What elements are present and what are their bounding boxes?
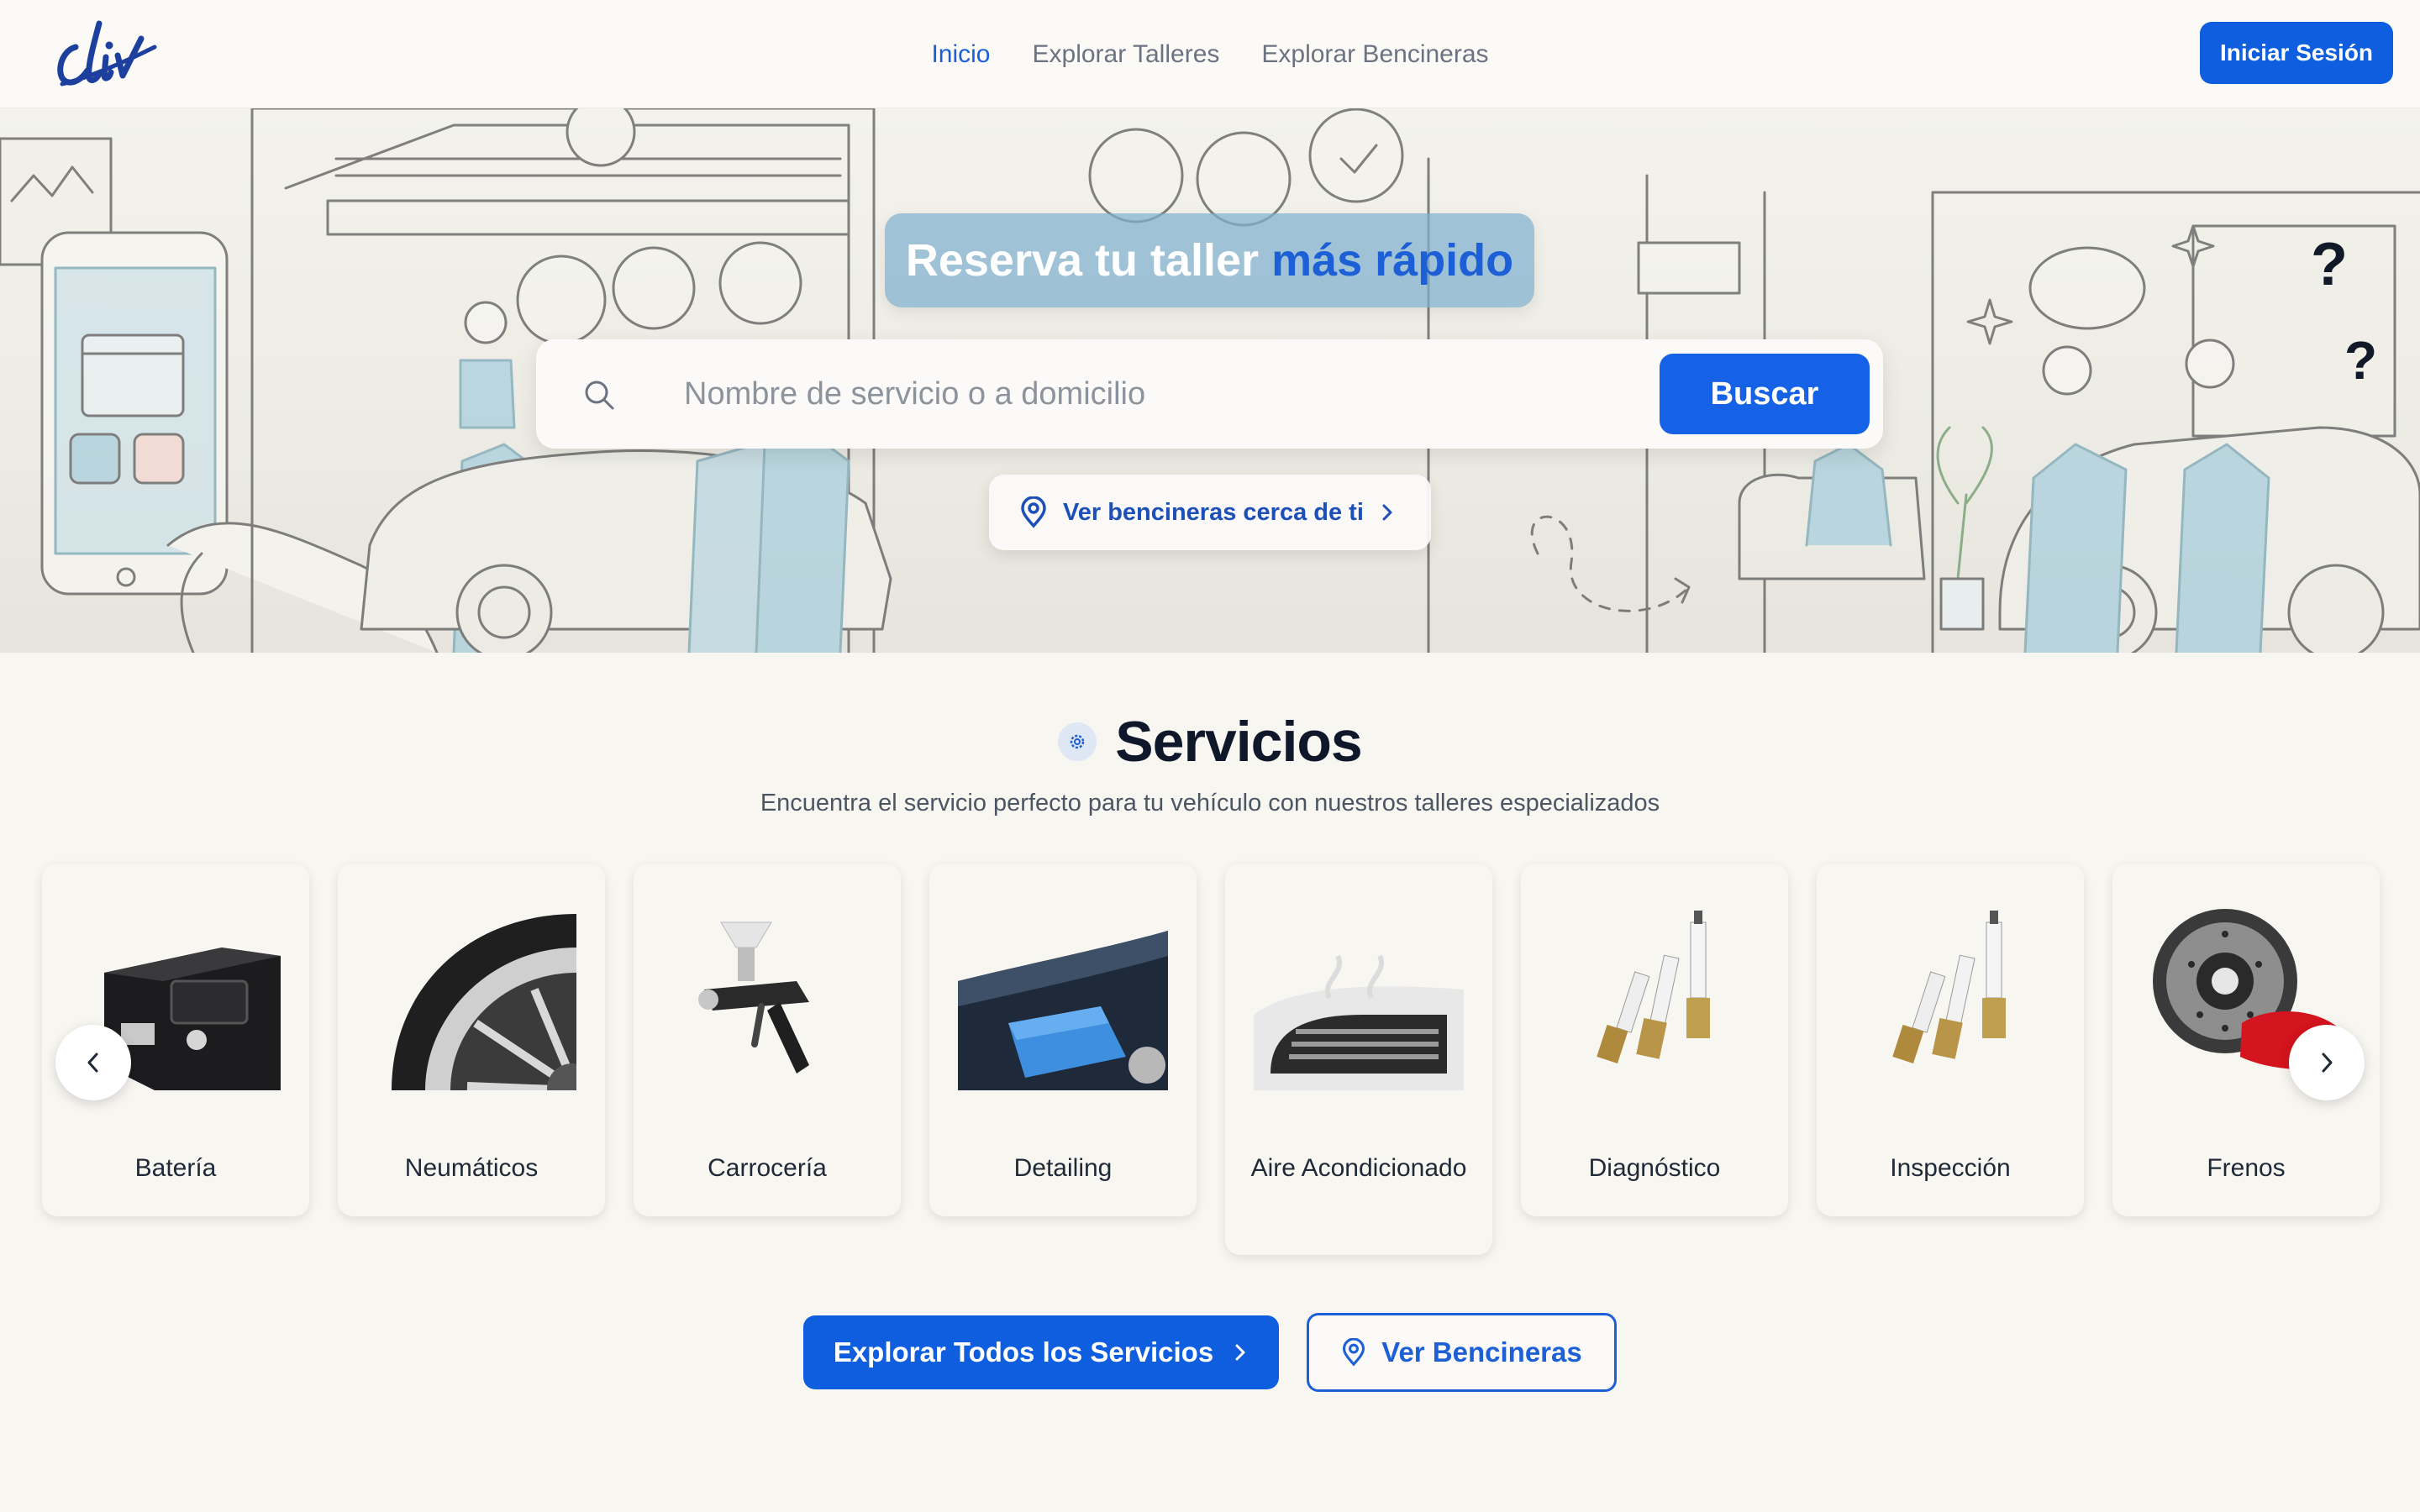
service-card-aire-acondicionado[interactable]: Aire Acondicionado [1225, 864, 1492, 1255]
services-carousel: Batería Neumáticos Carrocería Detailing … [42, 864, 2380, 1258]
hero-title-main: Reserva tu taller [905, 235, 1272, 286]
hero-title-accent: más rápido [1271, 235, 1514, 286]
service-label: Diagnóstico [1588, 1154, 1721, 1182]
nav-link-explorar-talleres[interactable]: Explorar Talleres [1033, 40, 1220, 69]
services-subtitle: Encuentra el servicio perfecto para tu v… [760, 790, 1660, 816]
service-label: Detailing [1013, 1154, 1113, 1182]
nearby-stations-label: Ver bencineras cerca de ti [1063, 498, 1364, 526]
spray-gun-image [698, 921, 809, 1074]
search-button[interactable]: Buscar [1660, 354, 1870, 434]
services-title: Servicios [1115, 710, 1362, 774]
nearby-stations-link[interactable]: Ver bencineras cerca de ti [989, 475, 1431, 550]
login-button[interactable]: Iniciar Sesión [2200, 22, 2393, 84]
air-vent-image [1254, 954, 1464, 1090]
service-label: Aire Acondicionado [1250, 1154, 1467, 1182]
nav-link-inicio[interactable]: Inicio [931, 40, 990, 69]
spark-plugs-image [1892, 911, 2006, 1063]
service-card-carroceria[interactable]: Carrocería [634, 864, 901, 1216]
service-card-detailing[interactable]: Detailing [929, 864, 1197, 1216]
map-pin-icon [1343, 1338, 1365, 1367]
search-bar: Buscar [536, 339, 1883, 449]
service-label: Batería [134, 1154, 217, 1182]
explore-all-services-label: Explorar Todos los Servicios [833, 1336, 1214, 1368]
view-stations-label: Ver Bencineras [1381, 1336, 1582, 1368]
map-pin-icon [1021, 496, 1046, 528]
service-label: Inspección [1890, 1154, 2011, 1182]
hero-title: Reserva tu taller más rápido [906, 234, 1513, 286]
main-nav: Inicio Explorar Talleres Explorar Bencin… [0, 0, 2420, 108]
microfiber-cloth-image [958, 931, 1168, 1090]
service-card-inspeccion[interactable]: Inspección [1817, 864, 2084, 1216]
services-header: Servicios [0, 704, 2420, 780]
carousel-prev-button[interactable] [55, 1025, 131, 1100]
svg-text:?: ? [2344, 330, 2377, 391]
search-icon [585, 381, 614, 410]
hero-title-box: Reserva tu taller más rápido [885, 213, 1534, 307]
svg-text:?: ? [2311, 231, 2348, 298]
top-navbar: Inicio Explorar Talleres Explorar Bencin… [0, 0, 2420, 108]
chevron-right-icon [1235, 1344, 1245, 1361]
tire-image [392, 914, 576, 1090]
view-stations-button[interactable]: Ver Bencineras [1307, 1313, 1617, 1392]
service-label: Neumáticos [404, 1154, 539, 1182]
service-label: Frenos [2207, 1154, 2286, 1182]
chevron-left-icon [87, 1053, 98, 1073]
nav-link-explorar-bencineras[interactable]: Explorar Bencineras [1261, 40, 1488, 69]
chevron-right-icon [2322, 1053, 2333, 1073]
service-card-neumaticos[interactable]: Neumáticos [338, 864, 605, 1216]
search-input[interactable] [684, 365, 1676, 423]
chevron-right-icon [1382, 504, 1392, 521]
service-label: Carrocería [708, 1154, 827, 1182]
spark-plugs-image [1597, 911, 1710, 1063]
carousel-next-button[interactable] [2289, 1025, 2365, 1100]
explore-all-services-button[interactable]: Explorar Todos los Servicios [803, 1315, 1279, 1389]
service-card-diagnostico[interactable]: Diagnóstico [1521, 864, 1788, 1216]
hero-section: ? ? Reserva tu taller más rápido Buscar … [0, 108, 2420, 653]
gear-icon [1058, 722, 1097, 761]
